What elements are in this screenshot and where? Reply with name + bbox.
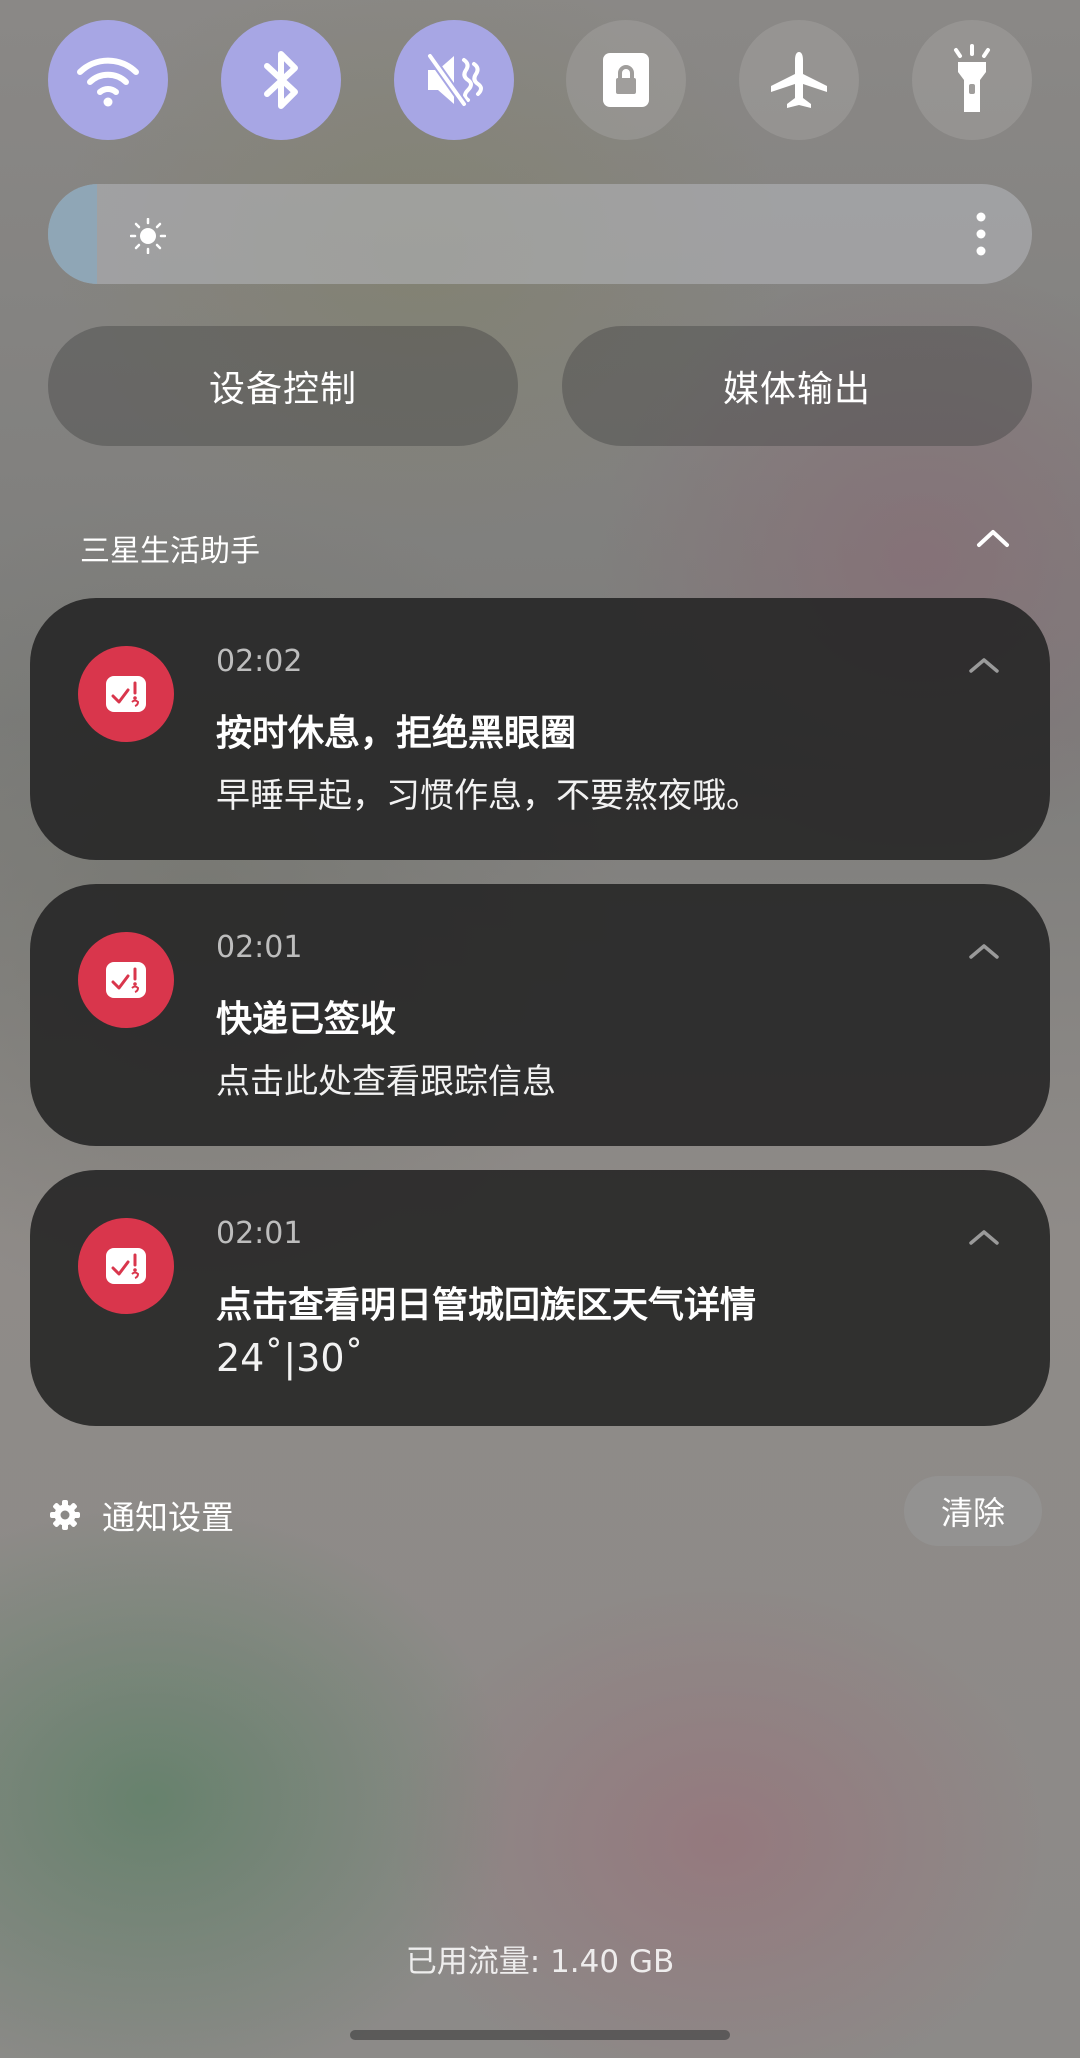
collapse-group-chevron-up-icon[interactable] — [976, 528, 1010, 548]
checklist-icon — [106, 962, 146, 998]
quick-settings-toggles — [48, 20, 1032, 140]
brightness-level — [48, 184, 98, 284]
notification-title: 快递已签收 — [216, 999, 397, 1040]
clear-button[interactable]: 清除 — [904, 1476, 1042, 1546]
media-output-button[interactable]: 媒体输出 — [562, 326, 1032, 446]
life-assistant-app-icon — [78, 1218, 174, 1314]
notification-group-app-name: 三星生活助手 — [80, 534, 260, 569]
rotation-lock-toggle[interactable] — [566, 20, 687, 140]
airplane-mode-toggle[interactable] — [739, 20, 860, 140]
notification-group-header: 三星生活助手 — [80, 520, 1010, 570]
notification-body: 24˚|30˚ — [216, 1336, 364, 1380]
rotation-lock-icon — [603, 53, 650, 107]
more-options-icon[interactable] — [976, 212, 986, 256]
sound-mute-toggle[interactable] — [393, 20, 514, 140]
life-assistant-app-icon — [78, 646, 174, 742]
airplane-icon — [771, 52, 828, 108]
gesture-handle[interactable] — [350, 2030, 730, 2040]
expand-chevron-up-icon[interactable] — [968, 942, 1000, 960]
notification-body: 早睡早起，习惯作息，不要熬夜哦。 — [216, 776, 760, 816]
bluetooth-icon — [263, 51, 298, 109]
checklist-icon — [106, 676, 146, 712]
wifi-icon — [77, 57, 139, 107]
device-control-button[interactable]: 设备控制 — [48, 326, 518, 446]
flashlight-icon — [953, 44, 990, 112]
life-assistant-app-icon — [78, 932, 174, 1028]
sound-mute-icon — [425, 52, 483, 108]
flashlight-toggle[interactable] — [911, 20, 1032, 140]
notification-settings-label: 通知设置 — [102, 1498, 234, 1537]
notification-body: 点击此处查看跟踪信息 — [216, 1062, 556, 1102]
expand-chevron-up-icon[interactable] — [968, 1228, 1000, 1246]
bluetooth-toggle[interactable] — [220, 20, 341, 140]
data-usage-text: 已用流量: 1.40 GB — [405, 1944, 675, 1980]
notification-card[interactable]: 02:01 点击查看明日管城回族区天气详情 24˚|30˚ — [30, 1170, 1050, 1426]
notification-title: 点击查看明日管城回族区天气详情 — [216, 1285, 757, 1326]
notification-time: 02:01 — [216, 1216, 303, 1251]
notification-card[interactable]: 02:02 按时休息，拒绝黑眼圈 早睡早起，习惯作息，不要熬夜哦。 — [30, 598, 1050, 860]
checklist-icon — [106, 1248, 146, 1284]
expand-chevron-up-icon[interactable] — [968, 656, 1000, 674]
wifi-toggle[interactable] — [48, 20, 168, 140]
notification-title: 按时休息，拒绝黑眼圈 — [216, 713, 577, 754]
notification-time: 02:01 — [216, 930, 303, 965]
brightness-sun-icon — [130, 218, 166, 254]
notification-settings-button[interactable]: 通知设置 — [50, 1490, 234, 1540]
brightness-slider[interactable] — [48, 184, 1032, 284]
notification-time: 02:02 — [216, 644, 303, 679]
notification-card[interactable]: 02:01 快递已签收 点击此处查看跟踪信息 — [30, 884, 1050, 1146]
gear-icon — [50, 1500, 80, 1530]
control-buttons-row: 设备控制 媒体输出 — [48, 326, 1032, 446]
